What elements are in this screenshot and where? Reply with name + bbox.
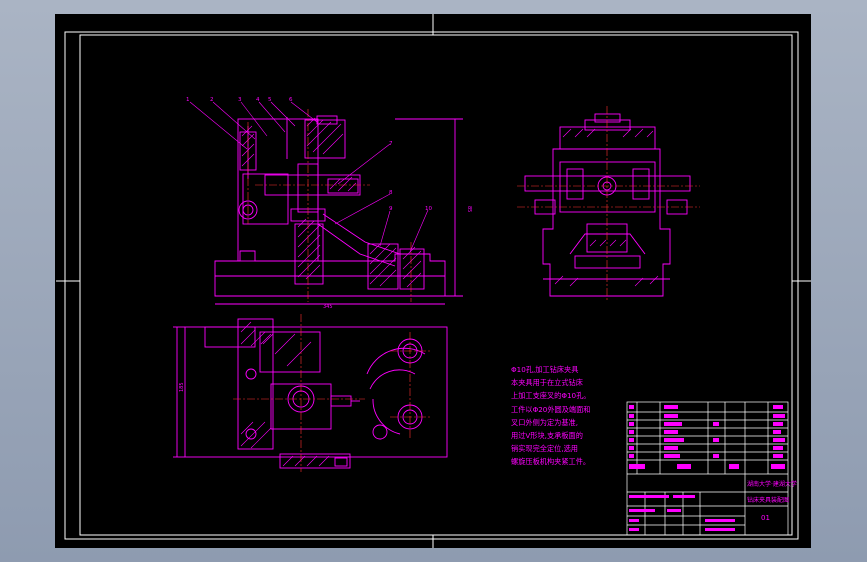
leader-lines [189,101,429,253]
parts-list-entries [629,405,785,531]
drawing-frame [56,14,811,548]
drawing-name: 钻床夹具装配图 [747,497,790,504]
dim-height-front: 85 [466,206,472,212]
side-centerlines [517,106,700,302]
part-number: 2 [210,97,214,103]
plan-centerlines [233,314,430,472]
note-line: 叉口外侧为定为基准, [511,417,578,427]
part-number: 8 [389,190,393,196]
sheet-code: 01 [761,514,770,522]
cad-drawing: 1 2 3 4 5 6 7 8 9 10 345 85 185 [56,14,811,548]
side-hatching [554,128,659,287]
note-line: 螺旋压板机构夹紧工件。 [511,457,591,467]
technical-note: Φ10孔,加工钻床夹具 本夹具用于在立式钻床 上加工支座叉的Φ10孔。 工件以Φ… [511,363,621,469]
drawing-canvas: 1 2 3 4 5 6 7 8 9 10 345 85 185 Φ10孔,加工钻… [55,14,811,548]
front-hatching [241,117,422,288]
part-number: 1 [186,97,190,103]
part-number: 9 [389,206,393,212]
dim-width-plan: 185 [179,382,185,392]
note-line: 上加工支座叉的Φ10孔。 [511,391,591,401]
side-view [524,113,691,297]
front-centerlines [247,109,412,302]
plan-hatching [240,321,330,467]
part-number: 6 [289,97,293,103]
dim-width-front: 345 [323,304,333,310]
note-line: 工件以Φ20外圆及端面和 [511,404,591,414]
university-name: 湖南大学·建湖大学 [747,481,797,488]
part-number: 10 [425,206,432,212]
part-number: 7 [389,141,393,147]
part-number: 3 [238,97,242,103]
dimension-texts: 345 85 185 [179,206,472,392]
note-line: 销实现完全定位,选用 [511,444,578,454]
plan-view [173,318,448,469]
note-line: Φ10孔,加工钻床夹具 [511,365,579,374]
part-number: 4 [256,97,260,103]
note-line: 本夹具用于在立式钻床 [511,378,583,388]
part-number: 5 [268,97,272,103]
note-line: 用过V形块,支承板面的 [511,431,583,441]
